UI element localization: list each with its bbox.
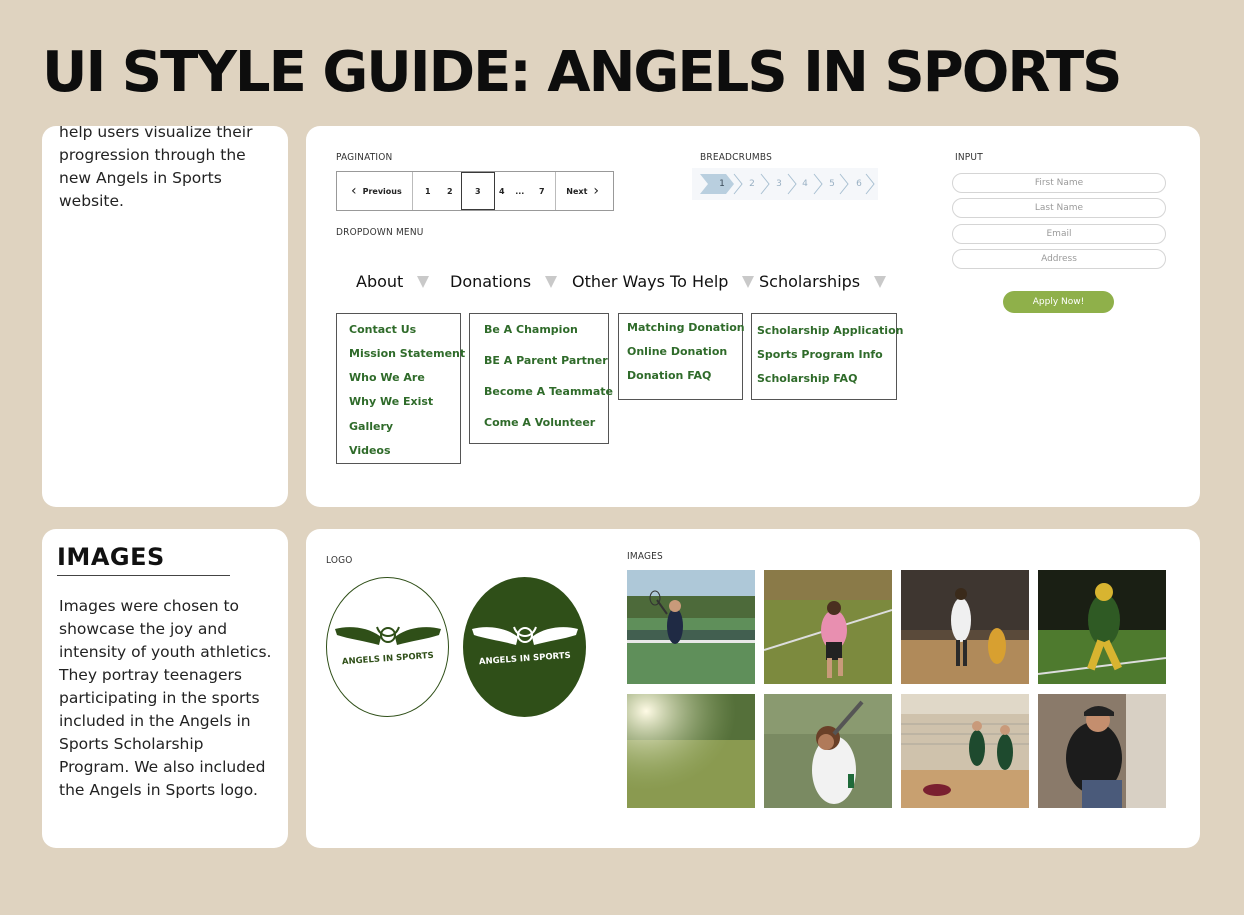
images-description-line: Images were chosen to <box>59 597 240 615</box>
images-description-line: participating in the sports <box>59 689 260 707</box>
pagination-previous-label: Previous <box>362 186 402 196</box>
images-description-line: Program. We also included <box>59 758 266 776</box>
pagination-previous-button[interactable]: ‹ Previous <box>337 172 413 210</box>
chevron-left-icon: ‹ <box>351 183 357 199</box>
dropdown-item[interactable]: Become A Teammate <box>484 385 613 398</box>
menu-donations[interactable]: Donations <box>450 272 558 291</box>
images-description-line: intensity of youth athletics. <box>59 643 272 661</box>
images-description-line: Sports Scholarship <box>59 735 204 753</box>
pagination-page[interactable]: 1 <box>417 187 439 196</box>
first-name-field[interactable]: First Name <box>952 173 1166 193</box>
page-title: UI STYLE GUIDE: ANGELS IN SPORTS <box>42 40 1122 105</box>
softball-photo <box>764 694 892 808</box>
basketball-photo <box>901 570 1029 684</box>
intro-card: help users visualize their progression t… <box>42 126 288 507</box>
menu-donations-label: Donations <box>450 272 532 291</box>
menu-scholarships-label: Scholarships <box>759 272 861 291</box>
dropdown-item[interactable]: Why We Exist <box>349 395 433 408</box>
pagination-page[interactable]: 4 <box>495 187 509 196</box>
components-card: PAGINATION ‹ Previous 1 2 3 4 ... 7 Next… <box>306 126 1200 507</box>
scholarships-dropdown: Scholarship Application Sports Program I… <box>751 313 903 400</box>
breadcrumb: 1 2 3 4 5 6 <box>692 168 878 200</box>
dropdown-item[interactable]: Be A Champion <box>484 323 578 336</box>
wings-logo-icon: ANGELS IN SPORTS <box>471 626 578 667</box>
dropdown-item[interactable]: Mission Statement <box>349 347 465 360</box>
triangle-down-icon <box>417 275 430 288</box>
images-label: IMAGES <box>627 551 663 562</box>
dropdown-item[interactable]: Sports Program Info <box>757 348 883 361</box>
pagination-label: PAGINATION <box>336 152 393 163</box>
input-label: INPUT <box>955 152 983 163</box>
dropdown-label: DROPDOWN MENU <box>336 227 424 238</box>
breadcrumbs-label: BREADCRUMBS <box>700 152 772 163</box>
donations-dropdown: Be A Champion BE A Parent Partner Become… <box>469 313 613 444</box>
football-photo <box>1038 570 1166 684</box>
logo-label: LOGO <box>326 555 353 566</box>
wings-logo-icon: ANGELS IN SPORTS <box>334 626 441 667</box>
breadcrumb-step[interactable]: 2 <box>742 174 762 194</box>
breadcrumb-step[interactable]: 6 <box>849 174 869 194</box>
portrait-photo <box>1038 694 1166 808</box>
intro-line: new Angels in Sports <box>59 169 222 187</box>
logo-dark: ANGELS IN SPORTS <box>463 577 586 717</box>
about-dropdown: Contact Us Mission Statement Who We Are … <box>336 313 465 464</box>
soccer-photo <box>764 570 892 684</box>
menu-other-ways-label: Other Ways To Help <box>572 272 729 291</box>
triangle-down-icon <box>874 275 887 288</box>
images-description-line: included in the Angels in <box>59 712 251 730</box>
pagination-next-button[interactable]: Next › <box>555 172 613 210</box>
pagination: ‹ Previous 1 2 3 4 ... 7 Next › <box>336 171 614 211</box>
logo-light: ANGELS IN SPORTS <box>326 577 449 717</box>
dropdown-item[interactable]: Come A Volunteer <box>484 416 595 429</box>
images-description-card: IMAGES Images were chosen to showcase th… <box>42 529 288 848</box>
email-field[interactable]: Email <box>952 224 1166 244</box>
field-photo <box>627 694 755 808</box>
other-ways-dropdown: Matching Donation Online Donation Donati… <box>618 313 745 400</box>
dropdown-item[interactable]: Scholarship FAQ <box>757 372 857 385</box>
logo-images-card: LOGO ANGELS IN SPORTS ANGELS IN SPORTS I… <box>306 529 1200 848</box>
dropdown-item[interactable]: Videos <box>349 444 391 457</box>
pagination-ellipsis: ... <box>515 186 525 196</box>
dropdown-item[interactable]: Who We Are <box>349 371 425 384</box>
images-description-line: the Angels in Sports logo. <box>59 781 258 799</box>
pagination-page-active[interactable]: 3 <box>460 172 495 210</box>
breadcrumb-step[interactable]: 4 <box>795 174 815 194</box>
pagination-next-label: Next <box>566 186 588 196</box>
intro-line: website. <box>59 192 124 210</box>
menu-about-label: About <box>356 272 404 291</box>
pagination-page[interactable]: 2 <box>439 187 461 196</box>
apply-now-button[interactable]: Apply Now! <box>1003 291 1114 313</box>
images-description-line: showcase the joy and <box>59 620 228 638</box>
last-name-field[interactable]: Last Name <box>952 198 1166 218</box>
dropdown-item[interactable]: Gallery <box>349 420 393 433</box>
dropdown-item[interactable]: Contact Us <box>349 323 416 336</box>
intro-line: progression through the <box>59 146 246 164</box>
pagination-page[interactable]: 7 <box>531 187 553 196</box>
images-description-line: They portray teenagers <box>59 666 242 684</box>
triangle-down-icon <box>742 275 755 288</box>
breadcrumb-step-active[interactable]: 1 <box>712 174 732 194</box>
svg-text:ANGELS IN SPORTS: ANGELS IN SPORTS <box>341 651 433 667</box>
menu-scholarships[interactable]: Scholarships <box>759 272 887 291</box>
dropdown-item[interactable]: Online Donation <box>627 345 727 358</box>
images-heading: IMAGES <box>57 543 165 571</box>
breadcrumb-step[interactable]: 3 <box>769 174 789 194</box>
address-field[interactable]: Address <box>952 249 1166 269</box>
dropdown-item[interactable]: Scholarship Application <box>757 324 903 337</box>
dropdown-item[interactable]: BE A Parent Partner <box>484 354 608 367</box>
menu-other-ways[interactable]: Other Ways To Help <box>572 272 755 291</box>
triangle-down-icon <box>545 275 558 288</box>
svg-text:ANGELS IN SPORTS: ANGELS IN SPORTS <box>478 651 570 667</box>
dropdown-item[interactable]: Matching Donation <box>627 321 745 334</box>
menu-about[interactable]: About <box>356 272 430 291</box>
chevron-right-icon: › <box>593 183 599 199</box>
tennis-photo <box>627 570 755 684</box>
volleyball-photo <box>901 694 1029 808</box>
dropdown-item[interactable]: Donation FAQ <box>627 369 711 382</box>
intro-partial-line: help users visualize their <box>59 126 253 141</box>
breadcrumb-step[interactable]: 5 <box>822 174 842 194</box>
heading-underline <box>57 575 230 576</box>
